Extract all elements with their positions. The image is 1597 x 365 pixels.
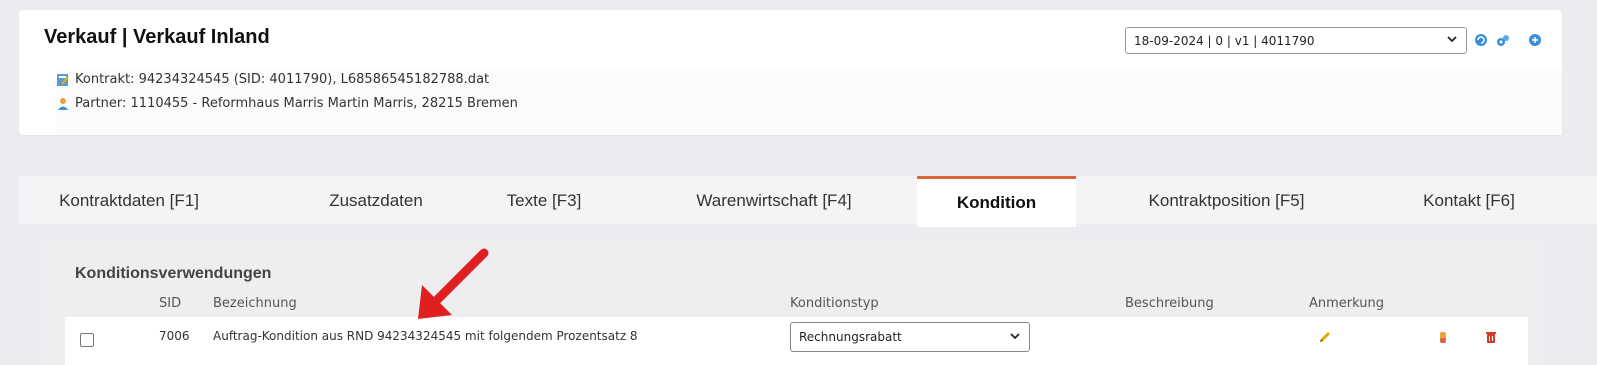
tab-bar: Kontraktdaten [F1] Zusatzdaten Texte [F3… [19, 176, 1597, 227]
version-select-value: 18-09-2024 | 0 | v1 | 4011790 [1134, 33, 1315, 48]
row-checkbox[interactable] [80, 333, 94, 347]
info-icon[interactable] [1528, 32, 1542, 46]
col-head-konditionstyp: Konditionstyp [790, 296, 879, 311]
row-sid: 7006 [159, 329, 190, 343]
contract-icon [56, 73, 70, 87]
table-row: 7006 Auftrag-Kondition aus RND 942343245… [65, 317, 1528, 365]
col-head-bezeichnung: Bezeichnung [213, 296, 297, 311]
tab-kontakt[interactable]: Kontakt [F6] [1404, 176, 1534, 224]
tab-kondition[interactable]: Kondition [917, 176, 1076, 227]
pencil-icon[interactable] [1318, 329, 1332, 343]
kondition-panel: Konditionsverwendungen SID Bezeichnung K… [38, 239, 1544, 365]
tab-zusatzdaten[interactable]: Zusatzdaten [301, 176, 451, 224]
col-head-anmerkung: Anmerkung [1309, 296, 1384, 311]
annotation-arrow [418, 248, 489, 319]
trash-icon[interactable] [1484, 329, 1498, 343]
partner-text: Partner: 1110455 - Reformhaus Marris Mar… [75, 96, 518, 111]
section-title: Konditionsverwendungen [75, 265, 272, 282]
contract-text: Kontrakt: 94234324545 (SID: 4011790), L6… [75, 72, 490, 87]
partner-line: Partner: 1110455 - Reformhaus Marris Mar… [56, 96, 518, 111]
chevron-down-icon [1009, 330, 1021, 345]
contract-line: Kontrakt: 94234324545 (SID: 4011790), L6… [56, 72, 489, 87]
row-bezeichnung: Auftrag-Kondition aus RND 94234324545 mi… [213, 329, 638, 343]
version-select[interactable]: 18-09-2024 | 0 | v1 | 4011790 [1125, 27, 1467, 54]
col-head-sid: SID [159, 296, 182, 311]
tab-kontraktdaten[interactable]: Kontraktdaten [F1] [49, 176, 209, 224]
hand-icon[interactable] [1436, 329, 1450, 343]
header-card: Verkauf | Verkauf Inland 18-09-2024 | 0 … [19, 10, 1562, 135]
contract-info: Kontrakt: 94234324545 (SID: 4011790), L6… [56, 68, 1562, 135]
partner-icon [56, 97, 70, 111]
settings-icon[interactable] [1496, 32, 1510, 46]
chevron-down-icon [1446, 33, 1458, 48]
konditionstyp-select[interactable]: Rechnungsrabatt [790, 322, 1030, 352]
tab-texte[interactable]: Texte [F3] [479, 176, 609, 224]
page-title: Verkauf | Verkauf Inland [44, 26, 270, 48]
tab-warenwirtschaft[interactable]: Warenwirtschaft [F4] [664, 176, 884, 224]
col-head-beschreibung: Beschreibung [1125, 296, 1214, 311]
refresh-icon[interactable] [1474, 32, 1488, 46]
tab-kontraktposition[interactable]: Kontraktposition [F5] [1119, 176, 1334, 224]
konditionstyp-value: Rechnungsrabatt [799, 330, 902, 344]
